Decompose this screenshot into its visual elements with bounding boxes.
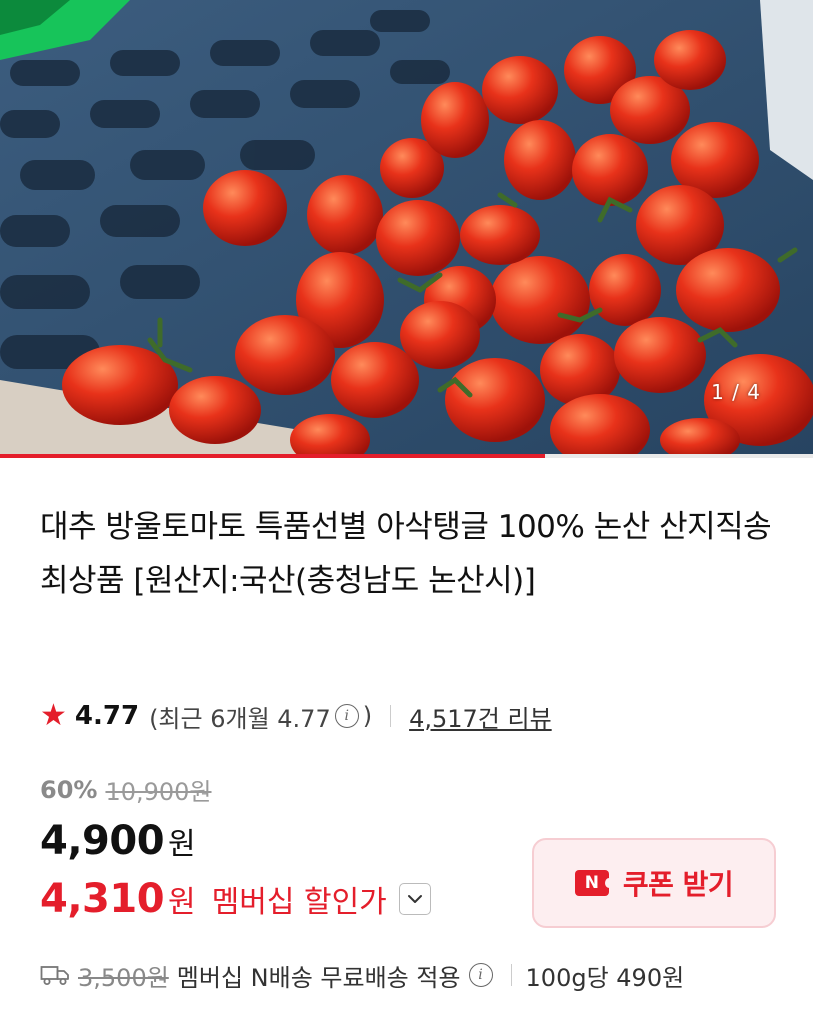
recent-rating-text: (최근 6개월 4.77 bbox=[149, 704, 331, 733]
recent-rating: (최근 6개월 4.77 i ) bbox=[149, 699, 372, 734]
rating-row: ★ 4.77 (최근 6개월 4.77 i ) 4,517건 리뷰 bbox=[40, 698, 552, 734]
shipping-info-icon[interactable]: i bbox=[468, 963, 493, 987]
shipping-description: 멤버십 N배송 무료배송 적용 bbox=[176, 963, 461, 992]
review-count-link[interactable]: 4,517건 리뷰 bbox=[409, 699, 552, 734]
product-photo-tomatoes bbox=[0, 0, 813, 456]
shipping-original-fee: 3,500원 bbox=[78, 963, 169, 992]
divider bbox=[510, 964, 512, 986]
sale-price: 4,900 원 bbox=[40, 818, 196, 864]
gallery-total: 4 bbox=[747, 380, 761, 404]
member-price-label: 멤버십 할인가 bbox=[211, 885, 387, 920]
divider bbox=[390, 705, 392, 727]
coupon-icon: N bbox=[574, 870, 613, 896]
gallery-current: 1 bbox=[711, 380, 725, 404]
gallery-counter: 1 / 4 bbox=[711, 380, 761, 404]
member-price-amount: 4,310 bbox=[40, 876, 165, 922]
sale-price-amount: 4,900 bbox=[40, 818, 165, 864]
gallery-progress-bar bbox=[0, 454, 813, 458]
product-title: 대추 방울토마토 특품선별 아삭탱글 100% 논산 산지직송 최상품 [원산지… bbox=[40, 509, 772, 599]
coupon-button[interactable]: N 쿠폰 받기 bbox=[532, 838, 776, 928]
info-icon[interactable]: i bbox=[334, 704, 359, 728]
truck-icon bbox=[40, 964, 70, 986]
original-price: 10,900원 bbox=[105, 778, 212, 806]
member-price-expand-button[interactable] bbox=[398, 883, 431, 915]
gallery-progress-fill bbox=[0, 454, 545, 458]
chevron-down-icon bbox=[407, 895, 422, 903]
product-image-gallery[interactable]: 1 / 4 bbox=[0, 0, 813, 456]
shipping-row: 3,500원 멤버십 N배송 무료배송 적용 i 100g당 490원 bbox=[40, 955, 684, 995]
discount-row: 60% 10,900원 bbox=[40, 772, 212, 807]
member-price-unit: 원 bbox=[168, 885, 196, 920]
coupon-icon-letter: N bbox=[584, 873, 599, 893]
star-icon: ★ bbox=[40, 698, 67, 733]
sale-price-unit: 원 bbox=[168, 827, 196, 862]
discount-rate: 60% bbox=[40, 775, 98, 804]
gallery-separator: / bbox=[732, 380, 740, 404]
recent-rating-close: ) bbox=[362, 702, 373, 730]
coupon-button-label: 쿠폰 받기 bbox=[622, 868, 734, 901]
rating-score: 4.77 bbox=[74, 701, 140, 731]
unit-price: 100g당 490원 bbox=[525, 963, 685, 992]
member-price-row: 4,310 원 멤버십 할인가 bbox=[40, 876, 431, 922]
